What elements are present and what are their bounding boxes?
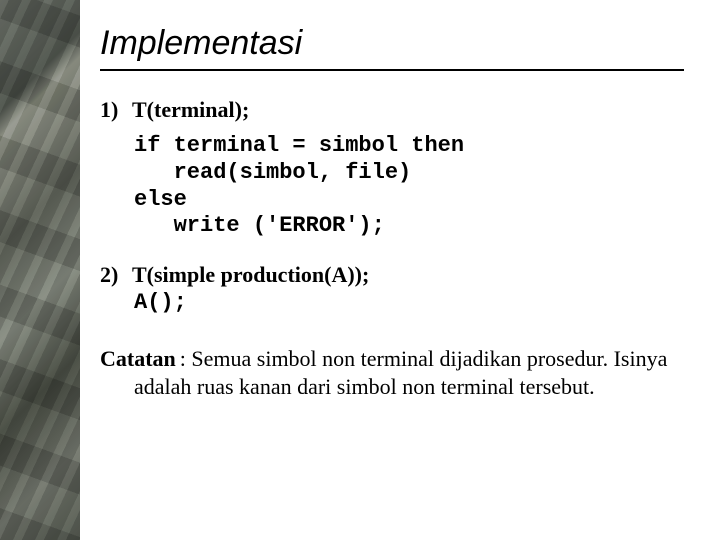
item-number: 2) bbox=[100, 262, 132, 315]
list-item: 1) T(terminal); bbox=[100, 97, 684, 123]
item-number: 1) bbox=[100, 97, 132, 123]
list-item: 2) T(simple production(A)); A(); bbox=[100, 262, 684, 315]
note-text: : Semua simbol non terminal dijadikan pr… bbox=[134, 346, 667, 399]
slide-content: Implementasi 1) T(terminal); if terminal… bbox=[80, 0, 720, 540]
note-label: Catatan bbox=[100, 346, 180, 371]
decorative-sidebar bbox=[0, 0, 80, 540]
title-underline bbox=[100, 69, 684, 71]
note-paragraph: Catatan: Semua simbol non terminal dijad… bbox=[100, 345, 684, 401]
item-signature: T(terminal); bbox=[132, 97, 249, 122]
code-block: if terminal = simbol then read(simbol, f… bbox=[134, 133, 684, 240]
item-signature: T(simple production(A)); bbox=[132, 262, 369, 287]
procedure-call: A(); bbox=[134, 290, 684, 315]
slide-title: Implementasi bbox=[100, 24, 684, 63]
